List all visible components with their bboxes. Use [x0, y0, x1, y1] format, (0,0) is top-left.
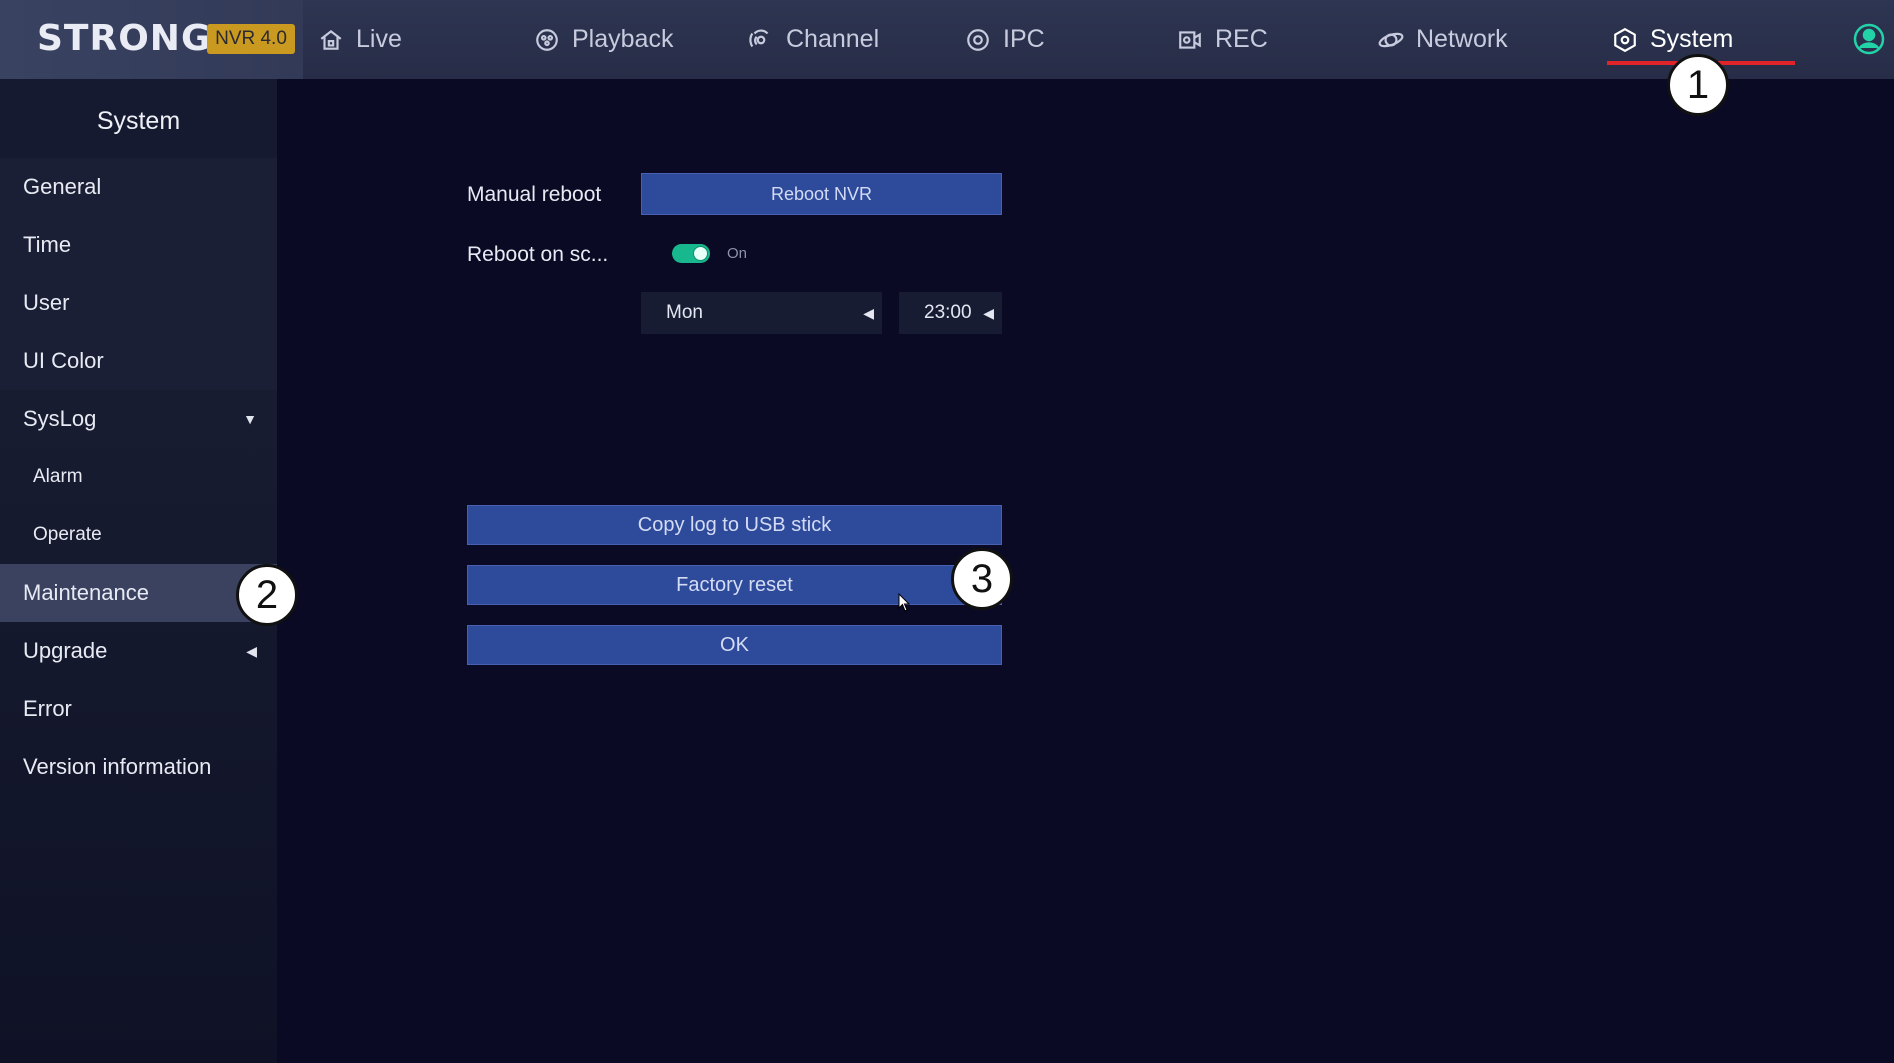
tab-label: Network — [1416, 25, 1508, 53]
select-value: 23:00 — [924, 302, 972, 323]
brand-logo: STRONG — [37, 18, 212, 59]
sidebar-item-label: Upgrade — [23, 638, 108, 663]
home-icon — [320, 29, 342, 50]
sidebar-item-ui-color[interactable]: UI Color — [0, 332, 277, 390]
sidebar-item-operate[interactable]: Operate — [0, 506, 277, 564]
tab-label: IPC — [1003, 25, 1045, 53]
tab-label: System — [1650, 25, 1734, 53]
tab-label: Channel — [786, 25, 880, 53]
reboot-schedule-label: Reboot on sc... — [467, 243, 609, 266]
caret-down-icon: ▼ — [243, 411, 257, 427]
caret-left-icon: ◀ — [246, 643, 257, 659]
mouse-cursor-icon — [898, 593, 911, 612]
toggle-state-label: On — [727, 245, 748, 262]
caret-left-icon: ◀ — [863, 305, 874, 321]
sidebar-item-time[interactable]: Time — [0, 216, 277, 274]
sidebar-item-error[interactable]: Error — [0, 680, 277, 738]
top-bar: STRONG NVR 4.0 Live Playback Channel IPC… — [0, 0, 1894, 79]
sidebar-item-syslog[interactable]: SysLog ▼ — [0, 390, 277, 448]
ok-button[interactable]: OK — [467, 625, 1002, 665]
tab-ipc[interactable]: IPC — [965, 0, 1045, 79]
reboot-schedule-toggle[interactable] — [672, 244, 710, 263]
tab-label: Playback — [572, 25, 674, 53]
copy-log-to-usb-button[interactable]: Copy log to USB stick — [467, 505, 1002, 545]
sidebar-item-alarm[interactable]: Alarm — [0, 448, 277, 506]
sidebar-item-general[interactable]: General — [0, 158, 277, 216]
playback-icon — [536, 28, 558, 51]
select-value: Mon — [666, 302, 703, 323]
tab-live[interactable]: Live — [318, 0, 402, 79]
tab-label: Live — [356, 25, 402, 53]
rec-icon — [1179, 30, 1201, 49]
reboot-nvr-button[interactable]: Reboot NVR — [641, 173, 1002, 215]
tab-rec[interactable]: REC — [1177, 0, 1268, 79]
sidebar-item-label: SysLog — [23, 406, 97, 431]
user-icon[interactable] — [1853, 23, 1885, 55]
sidebar: System General Time User UI Color SysLog… — [0, 79, 277, 1063]
callout-3: 3 — [951, 548, 1013, 610]
network-icon — [1378, 32, 1404, 47]
tab-playback[interactable]: Playback — [534, 0, 673, 79]
reboot-time-select[interactable]: 23:00 ◀ — [899, 292, 1002, 334]
system-icon — [1614, 27, 1636, 52]
callout-1: 1 — [1667, 54, 1729, 116]
sidebar-item-user[interactable]: User — [0, 274, 277, 332]
tab-label: REC — [1215, 25, 1268, 53]
reboot-day-select[interactable]: Mon ◀ — [641, 292, 882, 334]
callout-2: 2 — [236, 564, 298, 626]
tab-network[interactable]: Network — [1378, 0, 1508, 79]
sidebar-item-version-information[interactable]: Version information — [0, 738, 277, 796]
tab-channel[interactable]: Channel — [748, 0, 879, 79]
factory-reset-button[interactable]: Factory reset — [467, 565, 1002, 605]
caret-left-icon: ◀ — [983, 305, 994, 321]
model-badge: NVR 4.0 — [207, 24, 295, 54]
sidebar-title: System — [0, 79, 277, 158]
sidebar-item-upgrade[interactable]: Upgrade ◀ — [0, 622, 277, 680]
toggle-knob — [693, 246, 708, 261]
manual-reboot-label: Manual reboot — [467, 183, 602, 206]
ipc-icon — [967, 28, 989, 51]
brand-area: STRONG NVR 4.0 — [0, 0, 303, 79]
channel-icon — [749, 28, 769, 47]
